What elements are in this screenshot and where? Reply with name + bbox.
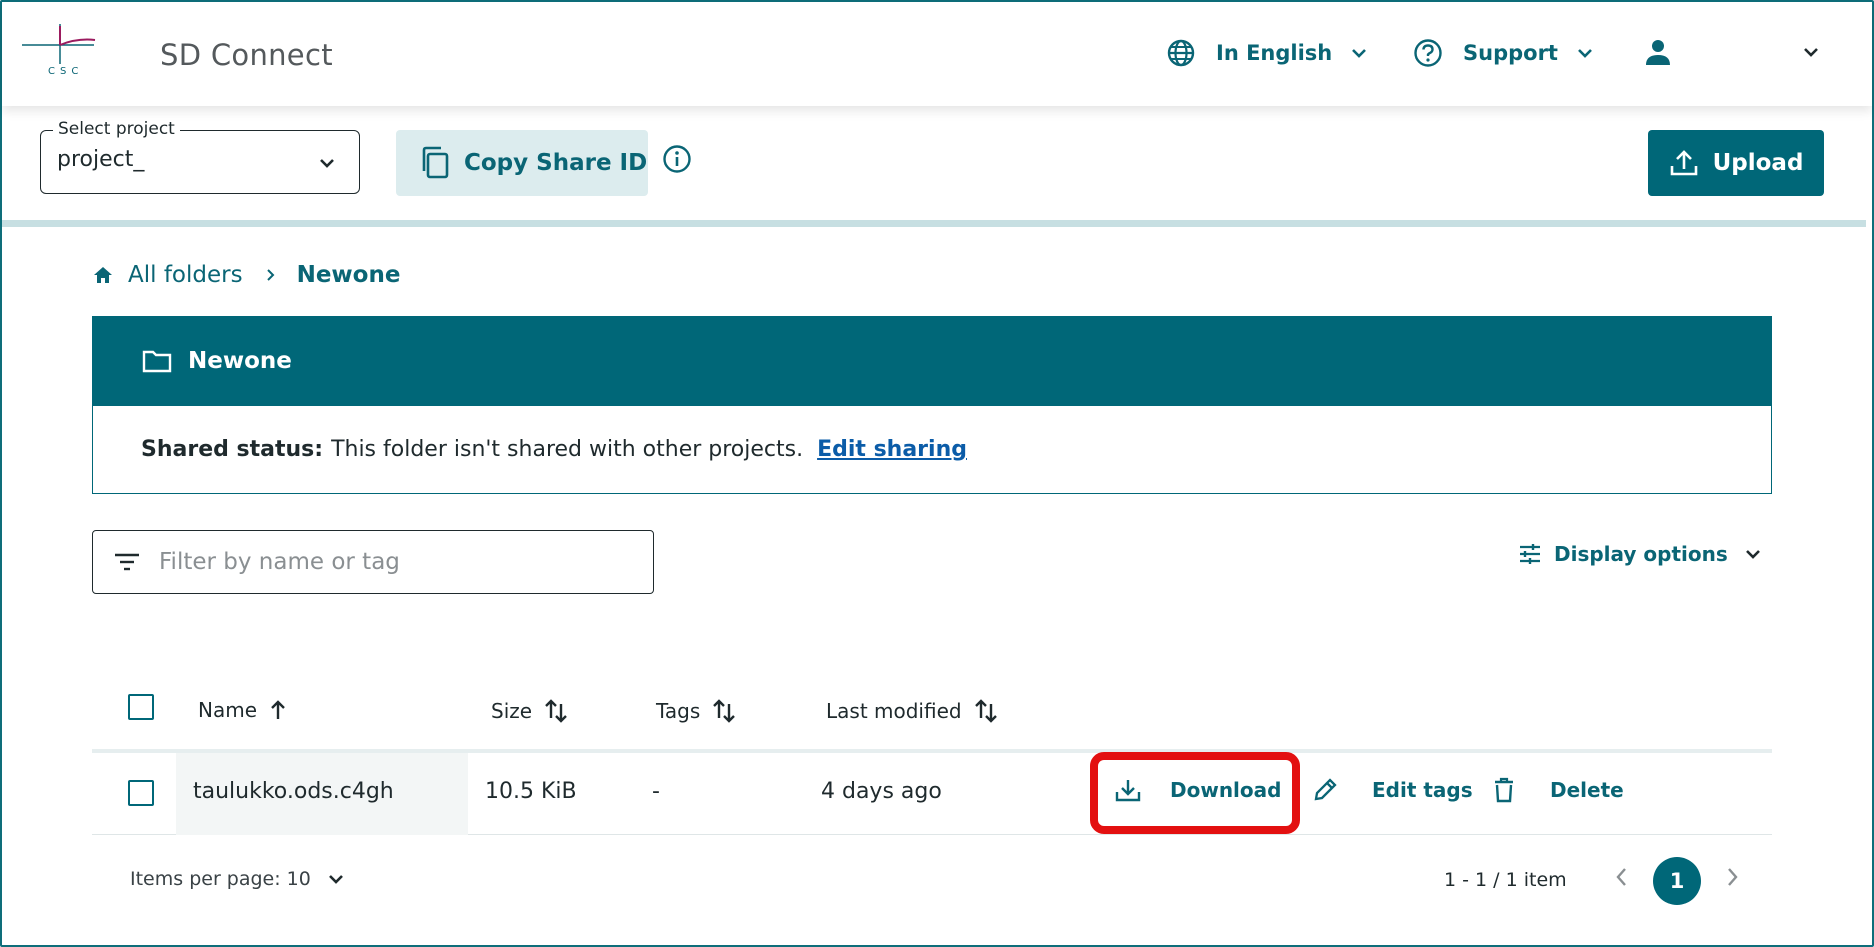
upload-button[interactable]: Upload	[1648, 130, 1824, 196]
chevron-right-icon	[266, 269, 274, 281]
breadcrumb-current: Newone	[296, 262, 401, 288]
delete-label: Delete	[1550, 778, 1624, 802]
support-label: Support	[1463, 41, 1558, 65]
items-per-page-label: Items per page: 10	[130, 868, 311, 890]
folder-icon	[142, 350, 172, 373]
shared-status-label: Shared status:	[141, 437, 324, 462]
csc-logo-text: CSC	[48, 66, 84, 77]
display-options-button[interactable]: Display options	[1518, 542, 1762, 566]
globe-icon	[1167, 39, 1195, 67]
column-header-size[interactable]: Size	[491, 698, 568, 724]
column-last-modified-label: Last modified	[826, 699, 962, 723]
next-page-button[interactable]	[1722, 866, 1742, 892]
sort-icon	[713, 699, 736, 723]
pagination-range: 1 - 1 / 1 item	[1444, 869, 1567, 891]
select-all-checkbox[interactable]	[128, 694, 154, 720]
chevron-right-icon	[1728, 868, 1738, 886]
sort-ascending-icon	[271, 700, 285, 719]
support-menu[interactable]: Support	[1413, 38, 1594, 68]
file-tags: -	[652, 779, 660, 804]
filter-icon	[115, 553, 139, 571]
file-name[interactable]: taulukko.ods.c4gh	[193, 779, 394, 804]
app-title: SD Connect	[160, 38, 333, 72]
row-checkbox[interactable]	[128, 780, 154, 806]
trash-icon	[1495, 777, 1513, 803]
folder-header: Newone	[92, 316, 1772, 406]
chevron-down-icon	[1352, 49, 1367, 58]
download-button[interactable]: Download	[1114, 777, 1281, 803]
edit-tags-label: Edit tags	[1372, 778, 1473, 802]
chevron-down-icon	[1745, 550, 1760, 559]
column-name-label: Name	[198, 698, 258, 722]
chevron-left-icon	[1616, 868, 1626, 886]
chevron-down-icon	[1804, 48, 1818, 57]
top-header: CSC SD Connect In English Support	[2, 2, 1872, 106]
edit-tags-button[interactable]: Edit tags	[1312, 777, 1473, 803]
filter-field[interactable]	[92, 530, 654, 594]
select-project-value: project_	[57, 147, 145, 172]
tune-icon	[1520, 544, 1540, 564]
column-size-label: Size	[491, 699, 533, 723]
delete-button[interactable]: Delete	[1492, 777, 1624, 803]
shared-status-text: This folder isn't shared with other proj…	[331, 437, 804, 462]
table-header: Name Size Tags Last modified	[92, 680, 1772, 750]
column-header-tags[interactable]: Tags	[656, 698, 736, 724]
download-icon	[1115, 780, 1141, 802]
copy-share-id-label: Copy Share ID	[464, 150, 648, 176]
column-header-last-modified[interactable]: Last modified	[826, 698, 998, 724]
page-number-current[interactable]: 1	[1653, 857, 1701, 905]
breadcrumb: All folders Newone	[92, 262, 400, 288]
help-icon	[1414, 39, 1442, 67]
previous-page-button[interactable]	[1612, 866, 1632, 892]
table-row: taulukko.ods.c4gh 10.5 KiB - 4 days ago …	[92, 753, 1772, 835]
copy-share-id-button[interactable]: Copy Share ID	[396, 130, 648, 196]
copy-icon	[422, 146, 449, 179]
chevron-down-icon	[320, 159, 334, 168]
column-tags-label: Tags	[656, 699, 701, 723]
language-label: In English	[1216, 41, 1333, 65]
display-options-label: Display options	[1554, 542, 1728, 566]
csc-logo[interactable]: CSC	[22, 24, 117, 84]
info-icon	[663, 145, 691, 173]
select-project-dropdown[interactable]: Select project project_	[40, 119, 360, 194]
language-selector[interactable]: In English	[1166, 38, 1368, 68]
column-header-name[interactable]: Name	[198, 698, 287, 722]
file-last-modified: 4 days ago	[821, 779, 942, 804]
pencil-icon	[1314, 778, 1337, 801]
user-menu[interactable]	[1644, 38, 1820, 66]
download-label: Download	[1170, 778, 1282, 802]
upload-label: Upload	[1712, 150, 1804, 176]
chevron-down-icon	[328, 875, 343, 884]
breadcrumb-all-folders-link[interactable]: All folders	[128, 262, 243, 288]
edit-sharing-link[interactable]: Edit sharing	[817, 437, 967, 462]
toolbar-divider	[2, 220, 1866, 227]
upload-icon	[1670, 150, 1697, 176]
sort-icon	[974, 699, 997, 723]
file-size: 10.5 KiB	[485, 779, 577, 804]
items-per-page-selector[interactable]: Items per page: 10	[130, 868, 345, 890]
sort-icon	[545, 699, 567, 723]
select-project-label: Select project	[53, 119, 180, 139]
user-icon	[1646, 40, 1670, 65]
home-icon[interactable]	[92, 265, 114, 285]
filter-input[interactable]	[157, 548, 617, 576]
info-button[interactable]	[662, 144, 692, 178]
folder-name: Newone	[188, 348, 292, 374]
shared-status-panel: Shared status: This folder isn't shared …	[92, 406, 1772, 494]
chevron-down-icon	[1578, 49, 1592, 58]
